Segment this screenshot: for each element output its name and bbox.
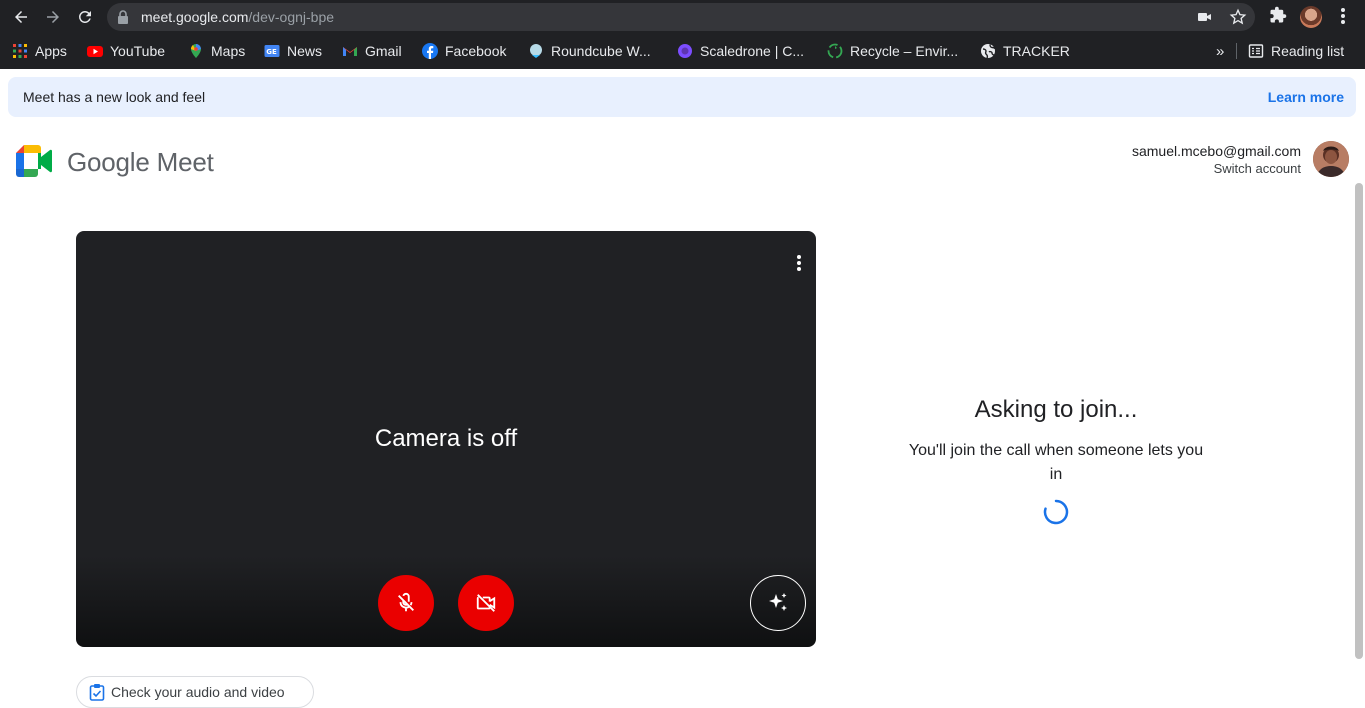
- bookmark-youtube[interactable]: YouTube: [87, 40, 165, 62]
- bookmark-label: YouTube: [110, 43, 166, 59]
- visual-effects-button[interactable]: [750, 575, 806, 631]
- browser-toolbar: meet.google.com/dev-ognj-bpe: [0, 0, 1365, 34]
- asking-to-join-title: Asking to join...: [974, 396, 1138, 423]
- check-audio-video-button[interactable]: Check your audio and video: [76, 676, 314, 708]
- bookmark-star-icon[interactable]: [1229, 8, 1247, 26]
- extensions-puzzle-icon[interactable]: [1269, 6, 1287, 24]
- account-info: samuel.mcebo@gmail.com Switch account: [1132, 143, 1301, 177]
- bookmark-label: Maps: [211, 43, 246, 59]
- bookmark-label: Recycle – Envir...: [850, 43, 959, 59]
- asking-to-join-subtitle: You'll join the call when someone lets y…: [908, 442, 1204, 483]
- bookmark-label: TRACKER: [1003, 43, 1070, 59]
- loading-spinner-icon: [1043, 499, 1069, 525]
- bookmark-gmail[interactable]: Gmail: [342, 40, 402, 62]
- sparkle-effects-icon: [769, 593, 787, 611]
- url-path: /dev-ognj-bpe: [248, 9, 335, 25]
- bookmarks-bar: Apps YouTube Maps GE News Gmail Facebook…: [0, 37, 1365, 65]
- browser-chrome: meet.google.com/dev-ognj-bpe Apps YouTub…: [0, 0, 1365, 69]
- recycle-icon: [827, 43, 843, 59]
- bookmark-scaledrone[interactable]: Scaledrone | C...: [677, 40, 804, 62]
- bookmark-tracker[interactable]: TRACKER: [980, 40, 1070, 62]
- bookmark-label: News: [287, 43, 323, 59]
- bookmarks-divider: [1236, 43, 1237, 59]
- facebook-icon: [422, 43, 438, 59]
- account-email: samuel.mcebo@gmail.com: [1131, 143, 1301, 159]
- reading-list-button[interactable]: Reading list: [1248, 40, 1344, 62]
- avatar-image: [1313, 141, 1349, 177]
- browser-menu-icon[interactable]: [1335, 6, 1351, 26]
- join-status-panel: Asking to join... You'll join the call w…: [896, 395, 1216, 487]
- gmail-icon: [343, 47, 357, 56]
- url-host: meet.google.com: [141, 9, 249, 25]
- camera-off-icon: [476, 594, 496, 612]
- forward-arrow-icon: [47, 11, 59, 23]
- roundcube-icon: [530, 44, 542, 58]
- apps-grid-icon: [13, 44, 27, 58]
- banner-message: Meet has a new look and feel: [23, 89, 206, 105]
- bookmark-facebook[interactable]: Facebook: [422, 40, 506, 62]
- maps-icon: [191, 44, 201, 58]
- microphone-toggle-button[interactable]: [378, 575, 434, 631]
- back-arrow-icon: [15, 11, 27, 23]
- bookmark-recycle[interactable]: Recycle – Envir...: [827, 40, 958, 62]
- bookmark-maps[interactable]: Maps: [188, 40, 245, 62]
- profile-avatar-small[interactable]: [1300, 6, 1322, 28]
- bookmark-label: Facebook: [445, 43, 507, 59]
- bookmark-apps[interactable]: Apps: [12, 40, 67, 62]
- svg-text:GE: GE: [266, 48, 277, 56]
- camera-permission-icon[interactable]: [1197, 10, 1213, 24]
- url-text: meet.google.com/dev-ognj-bpe: [141, 9, 334, 25]
- new-look-banner: Meet has a new look and feel Learn more: [8, 77, 1356, 117]
- back-button[interactable]: [9, 5, 33, 29]
- overflow-chevron-icon: »: [1216, 42, 1225, 60]
- youtube-icon: [87, 46, 103, 57]
- bookmark-label: Scaledrone | C...: [700, 43, 805, 59]
- bookmark-label: Apps: [35, 43, 67, 59]
- news-icon: GE: [264, 45, 280, 57]
- page-scrollbar[interactable]: [1355, 183, 1363, 659]
- bookmark-roundcube[interactable]: Roundcube W...: [528, 40, 651, 62]
- forward-button[interactable]: [41, 5, 65, 29]
- reading-list-label: Reading list: [1271, 43, 1345, 59]
- more-options-icon[interactable]: [796, 253, 802, 273]
- camera-off-label: Camera is off: [374, 425, 518, 452]
- reload-icon: [78, 10, 91, 23]
- check-audio-video-label: Check your audio and video: [111, 684, 285, 700]
- mic-off-icon: [398, 592, 414, 612]
- bookmark-label: Roundcube W...: [551, 43, 651, 59]
- account-avatar[interactable]: [1313, 141, 1349, 177]
- reading-list-icon: [1248, 44, 1264, 58]
- camera-toggle-button[interactable]: [458, 575, 514, 631]
- learn-more-link[interactable]: Learn more: [1268, 89, 1344, 105]
- globe-icon: [981, 44, 996, 59]
- google-meet-brand: Google Meet: [67, 147, 214, 177]
- bookmark-label: Gmail: [365, 43, 402, 59]
- switch-account-link[interactable]: Switch account: [1132, 160, 1301, 177]
- lock-icon: [118, 10, 128, 24]
- video-preview: Camera is off: [76, 231, 816, 647]
- bookmarks-overflow-button[interactable]: »: [1216, 40, 1224, 62]
- clipboard-check-icon: [89, 684, 105, 701]
- scaledrone-icon: [678, 44, 692, 58]
- google-meet-logo-icon: [16, 145, 52, 177]
- address-bar[interactable]: meet.google.com/dev-ognj-bpe: [107, 3, 1255, 31]
- reload-button[interactable]: [73, 5, 97, 29]
- bookmark-news[interactable]: GE News: [264, 40, 322, 62]
